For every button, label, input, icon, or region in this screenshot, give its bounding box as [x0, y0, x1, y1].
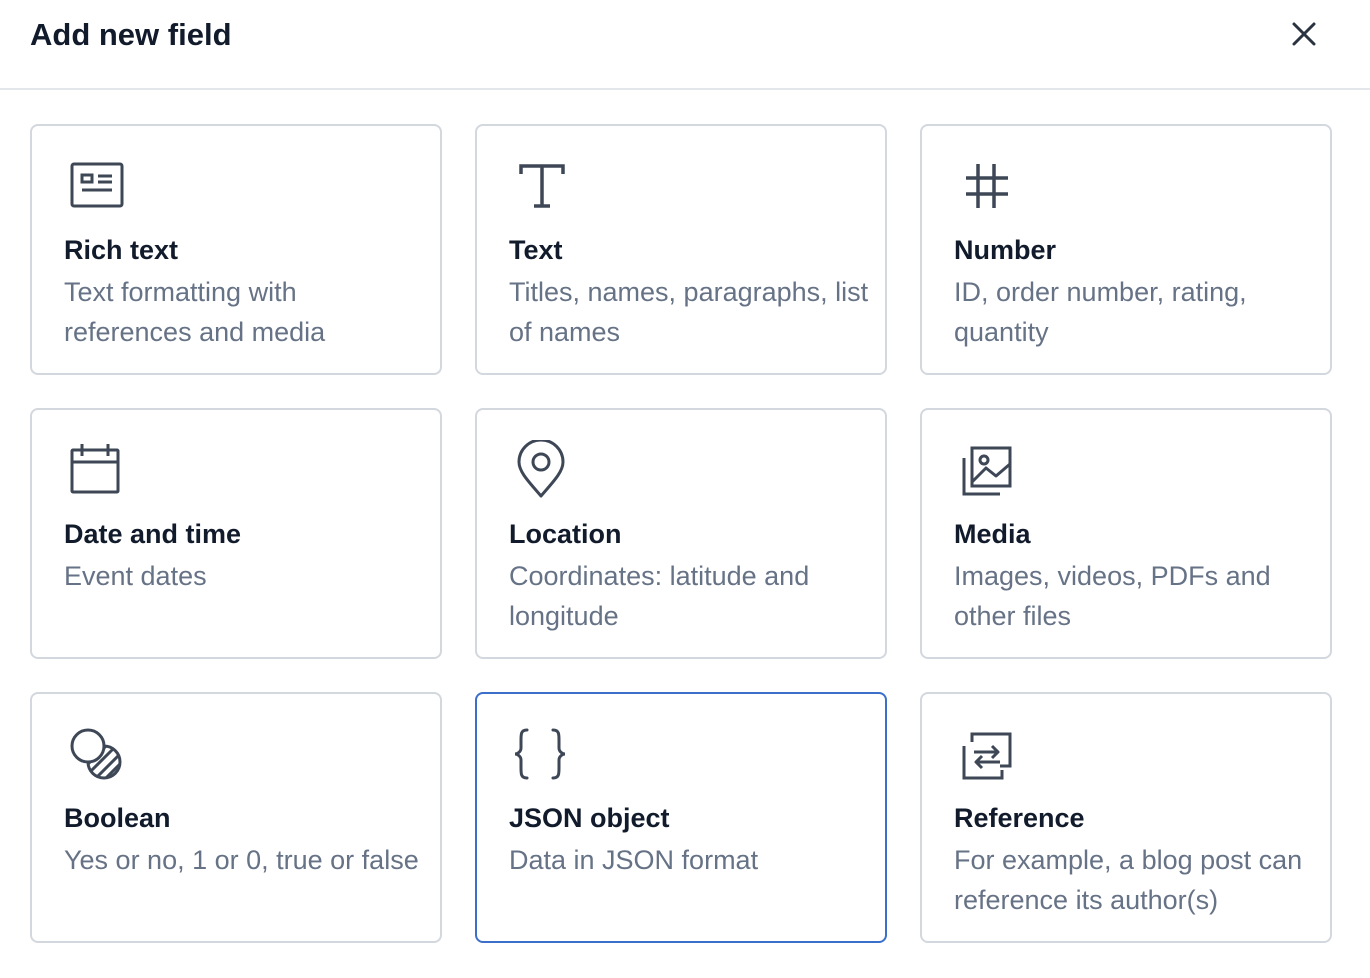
field-type-description: Data in JSON format	[509, 845, 759, 875]
field-type-name: Reference	[954, 803, 1085, 833]
field-type-description: Images, videos, PDFs and other files	[954, 561, 1271, 631]
location-pin-icon	[517, 440, 565, 498]
field-type-name: Text	[509, 235, 563, 265]
field-type-media[interactable]: Media Images, videos, PDFs and other fil…	[920, 408, 1332, 659]
rich-text-icon	[70, 162, 124, 208]
field-type-name: Date and time	[64, 519, 242, 549]
close-button[interactable]	[1282, 12, 1326, 56]
field-type-rich-text[interactable]: Rich text Text formatting with reference…	[30, 124, 442, 375]
field-type-description: Titles, names, paragraphs, list of names	[509, 277, 869, 347]
field-type-name: JSON object	[509, 803, 670, 833]
dialog-title: Add new field	[30, 17, 232, 52]
field-type-description: ID, order number, rating, quantity	[954, 277, 1247, 347]
field-type-boolean[interactable]: Boolean Yes or no, 1 or 0, true or false	[30, 692, 442, 943]
dialog-header: Add new field	[0, 0, 1370, 90]
reference-arrows-icon	[962, 732, 1012, 780]
field-type-name: Boolean	[64, 803, 171, 833]
text-icon	[519, 164, 565, 208]
field-type-name: Number	[954, 235, 1057, 265]
field-type-name: Rich text	[64, 235, 179, 265]
calendar-icon	[70, 444, 120, 494]
close-icon	[1292, 22, 1316, 46]
field-type-description: Event dates	[64, 561, 207, 591]
boolean-icon	[70, 728, 122, 780]
json-braces-icon	[514, 728, 566, 780]
field-type-date-and-time[interactable]: Date and time Event dates	[30, 408, 442, 659]
media-icon	[962, 446, 1012, 496]
field-type-reference[interactable]: Reference For example, a blog post can r…	[920, 692, 1332, 943]
field-type-description: For example, a blog post can reference i…	[954, 845, 1303, 915]
field-type-name: Location	[509, 519, 622, 549]
field-type-number[interactable]: Number ID, order number, rating, quantit…	[920, 124, 1332, 375]
field-type-name: Media	[954, 519, 1031, 549]
field-type-description: Yes or no, 1 or 0, true or false	[64, 845, 419, 875]
field-type-json-object[interactable]: JSON object Data in JSON format	[475, 692, 887, 943]
field-type-text[interactable]: Text Titles, names, paragraphs, list of …	[475, 124, 887, 375]
field-type-description: Coordinates: latitude and longitude	[509, 561, 810, 631]
field-type-description: Text formatting with references and medi…	[64, 277, 326, 347]
field-type-location[interactable]: Location Coordinates: latitude and longi…	[475, 408, 887, 659]
number-icon	[966, 164, 1008, 208]
